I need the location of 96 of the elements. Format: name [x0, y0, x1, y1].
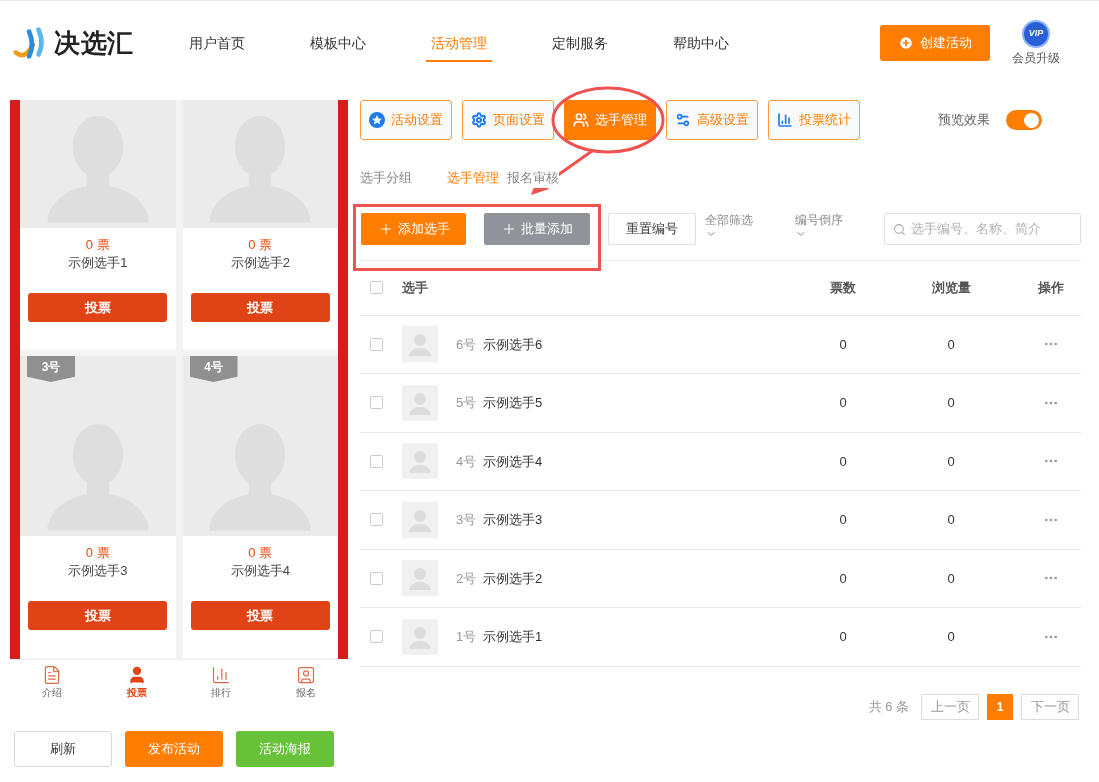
create-activity-button[interactable]: 创建活动 — [880, 25, 990, 61]
vip-badge[interactable]: VIP — [1022, 19, 1050, 48]
nav-link[interactable]: 模板中心 — [305, 24, 371, 62]
contestant-number: 6号 — [456, 335, 478, 354]
select-all-checkbox[interactable] — [370, 281, 383, 294]
add-contestant-button[interactable]: 添加选手 — [361, 212, 466, 245]
avatar-icon — [402, 384, 438, 421]
contestant-name: 示例选手2 — [230, 254, 290, 272]
settings-tab[interactable]: 选手管理 — [564, 100, 656, 140]
avatar-icon — [402, 501, 438, 538]
vote-button[interactable]: 投票 — [190, 601, 330, 630]
table-cell-text: 0 — [946, 511, 956, 529]
column-header: 浏览量 — [930, 278, 972, 297]
column-header: 操作 — [1037, 278, 1065, 297]
preview-tab[interactable]: 报名 — [263, 660, 348, 705]
settings-tab[interactable]: 页面设置 — [462, 100, 554, 140]
total-count: 共 6 条 — [868, 697, 909, 716]
search-field[interactable]: 选手编号、名称、简介 — [884, 212, 1081, 245]
vote-button[interactable]: 投票 — [28, 293, 168, 322]
vote-count: 0 票 — [248, 236, 273, 254]
avatar-icon — [402, 560, 438, 597]
bar-chart-icon — [777, 112, 793, 128]
contestant-name: 示例选手5 — [483, 394, 544, 412]
table-cell-text: 0 — [946, 452, 956, 471]
column-header: 票数 — [829, 278, 857, 297]
table-cell-text: 0 — [838, 452, 848, 471]
logo-text: 决选汇 — [54, 26, 134, 60]
row-checkbox[interactable] — [370, 454, 383, 468]
avatar-icon — [402, 326, 438, 363]
search-icon — [893, 222, 906, 236]
reset-numbers-button[interactable]: 重置编号 — [608, 212, 696, 245]
vote-count: 0 票 — [85, 236, 110, 254]
preview-label: 预览效果 — [938, 111, 990, 130]
row-checkbox[interactable] — [370, 571, 383, 585]
avatar-icon — [402, 618, 438, 655]
number-badge: 3号 — [27, 356, 75, 382]
nav-link[interactable]: 活动管理 — [426, 24, 492, 62]
row-checkbox[interactable] — [370, 337, 383, 351]
preview-action-button[interactable]: 发布活动 — [125, 731, 223, 767]
contestant-number: 1号 — [456, 628, 478, 646]
table-cell-text: 0 — [946, 569, 956, 588]
contestant-name: 示例选手1 — [68, 254, 128, 272]
preview-action-button[interactable]: 活动海报 — [236, 731, 334, 767]
avatar-icon — [402, 443, 438, 480]
table-cell-text: 0 — [838, 335, 848, 354]
preview-tab[interactable]: 介绍 — [10, 660, 95, 705]
table-cell-text: 0 — [946, 394, 956, 412]
contestant-name: 示例选手2 — [483, 569, 544, 588]
settings-tab[interactable]: 高级设置 — [666, 100, 758, 140]
contestant-number: 4号 — [456, 452, 478, 471]
star-icon — [369, 112, 385, 128]
vote-button[interactable]: 投票 — [190, 293, 330, 322]
table-cell-text: 0 — [838, 511, 848, 529]
preview-toggle[interactable] — [1006, 110, 1042, 130]
column-header: 选手 — [402, 278, 429, 297]
batch-add-button[interactable]: 批量添加 — [484, 212, 590, 245]
contestant-name: 示例选手3 — [483, 511, 544, 529]
sub-tab[interactable]: 报名审核 — [507, 168, 559, 188]
row-checkbox[interactable] — [370, 396, 383, 410]
vote-button[interactable]: 投票 — [28, 601, 168, 630]
contestant-name: 示例选手6 — [483, 335, 544, 354]
sort-dropdown[interactable]: 编号倒序 — [795, 213, 865, 240]
settings-tab[interactable]: 活动设置 — [360, 100, 452, 140]
preview-tab[interactable]: 排行 — [179, 660, 264, 705]
nav-link[interactable]: 用户首页 — [184, 24, 250, 62]
contestant-name: 示例选手3 — [68, 562, 128, 580]
row-checkbox[interactable] — [370, 630, 383, 644]
preview-action-button[interactable]: 刷新 — [14, 731, 112, 767]
table-cell-text: 0 — [946, 335, 956, 354]
bar-chart-icon — [211, 665, 232, 685]
row-checkbox[interactable] — [370, 513, 383, 527]
contestant-number: 3号 — [456, 511, 478, 529]
contestant-number: 5号 — [456, 394, 478, 412]
nav-link[interactable]: 定制服务 — [547, 24, 613, 62]
filter-dropdown[interactable]: 全部筛选 — [705, 213, 793, 240]
upgrade-link[interactable]: 会员升级 — [1012, 48, 1060, 67]
gear-icon — [471, 112, 487, 128]
sliders-gear-icon — [675, 112, 691, 128]
vote-count: 0 票 — [85, 544, 110, 562]
nav-link[interactable]: 帮助中心 — [668, 24, 734, 62]
plus-icon — [898, 35, 914, 51]
contestant-name: 示例选手4 — [230, 562, 290, 580]
vote-count: 0 票 — [248, 544, 273, 562]
contestant-name: 示例选手1 — [483, 628, 544, 646]
users-icon — [573, 112, 589, 128]
id-card-icon — [295, 665, 316, 685]
page-button[interactable]: 1 — [987, 693, 1013, 720]
table-cell-text: 0 — [838, 394, 848, 412]
number-badge: 4号 — [189, 356, 238, 382]
settings-tab[interactable]: 投票统计 — [768, 100, 860, 140]
table-cell-text: 0 — [838, 569, 848, 588]
contestant-number: 2号 — [456, 569, 478, 588]
contestant-name: 示例选手4 — [483, 452, 544, 471]
preview-tab[interactable]: 投票 — [94, 660, 179, 705]
table-cell-text: 0 — [946, 628, 956, 646]
table-cell-text: 0 — [838, 628, 848, 646]
